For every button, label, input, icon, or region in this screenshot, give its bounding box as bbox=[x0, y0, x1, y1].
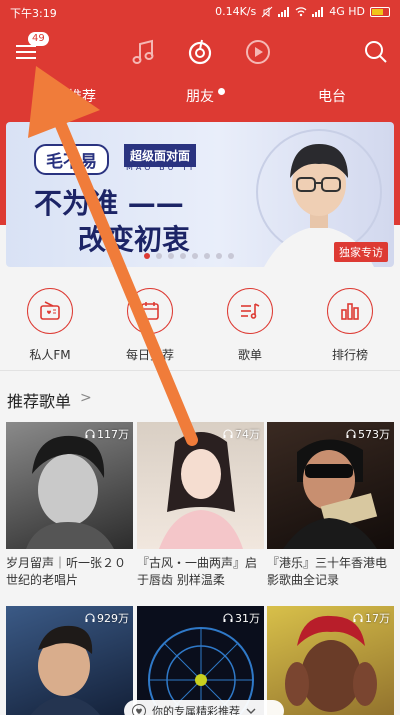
quick-entry-label: 私人FM bbox=[29, 348, 71, 362]
radio-icon bbox=[40, 301, 60, 320]
carousel-dots bbox=[144, 253, 234, 259]
headphones-icon bbox=[223, 613, 233, 622]
banner-artist-tag: 毛不易 bbox=[34, 144, 109, 175]
personal-recommend-label: 你的专属精彩推荐 bbox=[152, 705, 240, 715]
mute-icon bbox=[261, 6, 273, 17]
playlist-card[interactable]: 929万 bbox=[6, 606, 133, 715]
network-type: 4G HD bbox=[329, 5, 365, 18]
playlist-cover: 117万 bbox=[6, 422, 133, 549]
signal-icon bbox=[278, 6, 290, 17]
status-time: 下午3:19 bbox=[10, 7, 57, 20]
calendar-icon bbox=[141, 302, 159, 320]
playlist-title: 『港乐』三十年香港电影歌曲全记录 bbox=[267, 556, 388, 587]
quick-entry-playlist[interactable]: 歌单 bbox=[205, 288, 295, 363]
top-icon-bar: 49 bbox=[0, 28, 400, 76]
playlist-card[interactable]: 573万 『港乐』三十年香港电影歌曲全记录 bbox=[267, 422, 394, 589]
playlist-cover: 31万 bbox=[137, 606, 264, 715]
section-divider bbox=[0, 370, 400, 371]
headphones-icon bbox=[85, 613, 95, 622]
banner-headline-2: 改变初衷 bbox=[78, 223, 191, 256]
playlist-cover: 74万 bbox=[137, 422, 264, 549]
section-title[interactable]: 推荐歌单 bbox=[7, 388, 71, 412]
playlist-card[interactable]: 31万 bbox=[137, 606, 264, 715]
playlist-cover: 17万 bbox=[267, 606, 394, 715]
playlist-icon bbox=[241, 303, 260, 319]
network-speed: 0.14K/s bbox=[215, 5, 257, 18]
quick-entries: 私人FM 每日推荐 歌单 排行榜 bbox=[0, 278, 400, 368]
headphones-icon bbox=[353, 613, 363, 622]
personal-recommend-pill[interactable]: 你的专属精彩推荐 bbox=[124, 700, 284, 715]
play-count: 117万 bbox=[85, 426, 129, 442]
playlist-card[interactable]: 17万 bbox=[267, 606, 394, 715]
signal-icon-2 bbox=[312, 6, 324, 17]
tab-friends[interactable]: 朋友 bbox=[186, 86, 214, 106]
battery-icon bbox=[370, 6, 390, 17]
chevron-down-icon bbox=[246, 708, 256, 714]
quick-entry-daily[interactable]: 每日推荐 bbox=[105, 288, 195, 363]
playlist-cover: 573万 bbox=[267, 422, 394, 549]
play-count: 31万 bbox=[223, 610, 260, 626]
tab-radio[interactable]: 电台 bbox=[318, 86, 346, 106]
wifi-icon bbox=[295, 6, 307, 16]
headphones-icon bbox=[85, 429, 95, 438]
quick-entry-private-fm[interactable]: 私人FM bbox=[5, 288, 95, 363]
playlist-card[interactable]: 74万 『古风・一曲两声』启于唇齿 别样温柔 bbox=[137, 422, 264, 589]
playlist-title: 『古风・一曲两声』启于唇齿 别样温柔 bbox=[137, 556, 258, 587]
playlist-title: 岁月留声｜听一张２０世纪的老唱片 bbox=[6, 556, 127, 587]
tab-recommend[interactable]: 个性推荐 bbox=[40, 86, 96, 106]
tab-bar: 个性推荐 朋友 电台 bbox=[0, 80, 400, 114]
banner-carousel[interactable]: 毛不易 超级面对面 MAO BU YI 不为谁 —— 改变初衷 独家专访 bbox=[6, 122, 394, 267]
headphones-icon bbox=[346, 429, 356, 438]
banner-pinyin: MAO BU YI bbox=[126, 163, 196, 172]
exclusive-badge: 独家专访 bbox=[334, 242, 388, 262]
play-count: 929万 bbox=[85, 610, 129, 626]
search-icon[interactable] bbox=[360, 36, 392, 68]
play-count: 17万 bbox=[353, 610, 390, 626]
music-note-icon[interactable] bbox=[128, 36, 160, 68]
status-bar: 下午3:19 0.14K/s 4G HD bbox=[0, 0, 400, 24]
quick-entry-charts[interactable]: 排行榜 bbox=[305, 288, 395, 363]
netease-music-icon[interactable] bbox=[184, 36, 216, 68]
banner-headline-1: 不为谁 —— bbox=[34, 187, 184, 220]
heart-icon bbox=[132, 704, 146, 715]
notification-badge: 49 bbox=[28, 32, 49, 46]
headphones-icon bbox=[223, 429, 233, 438]
quick-entry-label: 每日推荐 bbox=[125, 348, 174, 362]
play-count: 74万 bbox=[223, 426, 260, 442]
quick-entry-label: 排行榜 bbox=[331, 348, 368, 362]
play-count: 573万 bbox=[346, 426, 390, 442]
friends-unread-dot bbox=[218, 88, 225, 95]
chart-icon bbox=[341, 303, 359, 320]
video-play-icon[interactable] bbox=[242, 36, 274, 68]
playlist-cover: 929万 bbox=[6, 606, 133, 715]
chevron-right-icon[interactable]: > bbox=[80, 390, 92, 406]
playlist-card[interactable]: 117万 岁月留声｜听一张２０世纪的老唱片 bbox=[6, 422, 133, 589]
quick-entry-label: 歌单 bbox=[237, 348, 262, 362]
